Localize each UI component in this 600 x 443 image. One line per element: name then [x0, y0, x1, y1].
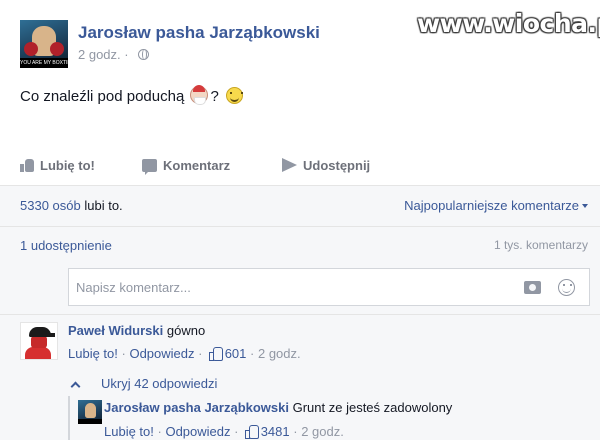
- comment-input[interactable]: [69, 269, 509, 305]
- comment-body: Paweł Widurski gówno: [68, 323, 205, 338]
- post-text-main: Co znaleźli pod poduchą: [20, 88, 185, 105]
- hide-replies-link[interactable]: Ukryj 42 odpowiedzi: [68, 376, 218, 392]
- comment-actions: Lubię to! · Odpowiedz · 601 · 2 godz.: [68, 346, 301, 361]
- reply-like-link[interactable]: Lubię to!: [104, 424, 154, 439]
- reply-actions: Lubię to! · Odpowiedz · 3481 · 2 godz.: [104, 424, 344, 439]
- comment-author[interactable]: Paweł Widurski: [68, 323, 163, 338]
- chevron-up-icon: [70, 381, 81, 392]
- comment-sort-dropdown[interactable]: Najpopularniejsze komentarze: [404, 198, 588, 213]
- like-button[interactable]: Lubię to!: [20, 158, 95, 173]
- reply-avatar[interactable]: [78, 400, 102, 424]
- divider: [0, 226, 600, 227]
- globe-icon: [138, 49, 150, 60]
- reply-item: Jarosław pasha Jarząbkowski Grunt ze jes…: [68, 396, 590, 440]
- comment-bubble-icon: [142, 159, 157, 175]
- reply-reply-link[interactable]: Odpowiedz: [165, 424, 230, 439]
- likes-suffix: lubi to.: [84, 198, 123, 213]
- post-actions-bar: Lubię to! Komentarz Udostępnij: [0, 146, 600, 186]
- reply-text: Grunt ze jesteś zadowolony: [292, 400, 453, 415]
- post-text: Co znaleźli pod poduchą ?: [20, 85, 243, 105]
- avatar-caption: YOU ARE MY BOXTIME: [20, 58, 68, 68]
- smile-emoji-icon: [225, 87, 243, 104]
- hide-replies-label: Ukryj 42 odpowiedzi: [101, 376, 218, 391]
- reply-likes-count[interactable]: 3481: [261, 424, 290, 439]
- comment-sort-label: Najpopularniejsze komentarze: [404, 198, 579, 213]
- like-button-label: Lubię to!: [40, 158, 95, 173]
- comment-likes-count[interactable]: 601: [225, 346, 247, 361]
- thumbs-up-icon: [20, 159, 34, 172]
- camera-icon[interactable]: [524, 281, 541, 294]
- divider: [0, 314, 600, 315]
- likes-summary: 5330 osób lubi to.: [20, 198, 123, 213]
- likes-count-link[interactable]: 5330 osób: [20, 198, 81, 213]
- reply-author[interactable]: Jarosław pasha Jarząbkowski: [104, 400, 289, 415]
- emoji-picker-icon[interactable]: [558, 279, 575, 296]
- comment-text: gówno: [166, 323, 206, 338]
- reply-body: Jarosław pasha Jarząbkowski Grunt ze jes…: [104, 400, 452, 415]
- share-button[interactable]: Udostępnij: [282, 158, 370, 173]
- comment-like-link[interactable]: Lubię to!: [68, 346, 118, 361]
- watermark: www.wiocha.pl: [417, 9, 600, 38]
- comment-timestamp[interactable]: 2 godz.: [258, 346, 301, 361]
- comment-composer: [68, 268, 590, 306]
- share-button-label: Udostępnij: [303, 158, 371, 173]
- comment-button[interactable]: Komentarz: [142, 158, 231, 175]
- post-summary: 5330 osób lubi to. Najpopularniejsze kom…: [0, 186, 600, 440]
- comment-avatar[interactable]: [20, 322, 58, 360]
- post-author-name[interactable]: Jarosław pasha Jarząbkowski: [78, 23, 320, 43]
- thumbs-up-icon: [245, 425, 260, 439]
- post-text-question: ?: [210, 88, 219, 105]
- thumbs-up-icon: [209, 347, 224, 361]
- author-avatar[interactable]: YOU ARE MY BOXTIME: [20, 20, 68, 68]
- caret-down-icon: [582, 204, 588, 208]
- santa-emoji-icon: [190, 85, 209, 105]
- comments-count: 1 tys. komentarzy: [493, 238, 588, 252]
- post-meta: 2 godz. ·: [78, 47, 150, 62]
- comment-reply-link[interactable]: Odpowiedz: [129, 346, 194, 361]
- comment-item: Paweł Widurski gówno Lubię to! · Odpowie…: [20, 322, 590, 366]
- reply-timestamp[interactable]: 2 godz.: [301, 424, 344, 439]
- share-arrow-icon: [282, 158, 297, 172]
- shares-link[interactable]: 1 udostępnienie: [20, 238, 112, 253]
- comment-button-label: Komentarz: [163, 158, 231, 173]
- post-timestamp[interactable]: 2 godz.: [78, 47, 121, 62]
